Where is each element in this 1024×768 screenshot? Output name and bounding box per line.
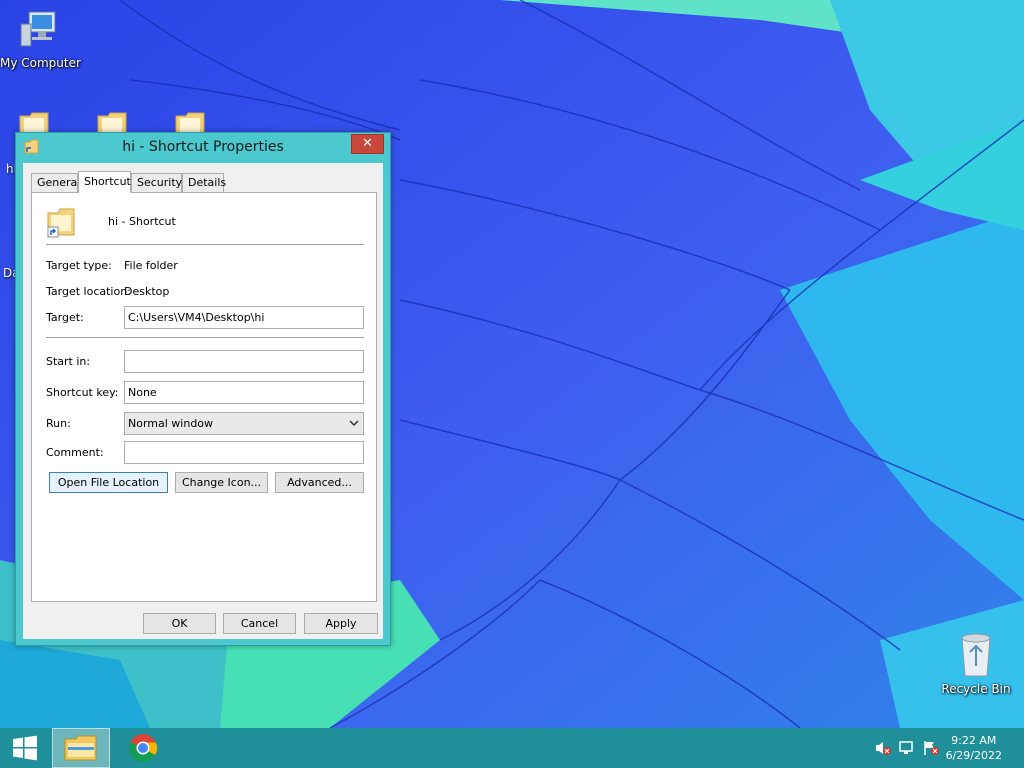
run-select[interactable]: Normal window [124, 412, 364, 435]
shortcut-key-label: Shortcut key: [46, 386, 119, 399]
shortcut-tab-panel: hi - Shortcut Target type: File folder T… [31, 192, 377, 602]
close-button[interactable]: ✕ [351, 134, 384, 154]
open-file-location-button[interactable]: Open File Location [49, 472, 168, 493]
volume-muted-icon[interactable] [874, 740, 892, 756]
tab-general[interactable]: General [31, 173, 80, 192]
tab-security[interactable]: Security [131, 173, 182, 192]
cancel-button[interactable]: Cancel [223, 613, 296, 634]
ok-button[interactable]: OK [143, 613, 216, 634]
target-location-label: Target location: [46, 285, 131, 298]
separator [46, 244, 364, 245]
dialog-client-area: General Shortcut Security Details hi - S… [23, 163, 383, 639]
desktop-icon-label: Recycle Bin [941, 682, 1011, 696]
taskbar: 9:22 AM 6/29/2022 [0, 728, 1024, 768]
folder-shortcut-large-icon [47, 208, 75, 238]
change-icon-button[interactable]: Change Icon... [175, 472, 268, 493]
separator [46, 337, 364, 338]
target-input[interactable]: C:\Users\VM4\Desktop\hi [124, 306, 364, 329]
shortcut-name: hi - Shortcut [108, 215, 176, 228]
clock-date: 6/29/2022 [945, 749, 1002, 762]
network-icon[interactable] [898, 740, 916, 756]
target-type-value: File folder [124, 259, 178, 272]
target-label: Target: [46, 311, 84, 324]
tab-shortcut[interactable]: Shortcut [78, 171, 131, 193]
start-button[interactable] [0, 728, 50, 768]
close-icon: ✕ [362, 136, 373, 151]
start-in-input[interactable] [124, 350, 364, 373]
desktop-icon-my-computer[interactable]: My Computer [0, 8, 81, 70]
taskbar-chrome[interactable] [116, 728, 172, 768]
dialog-title: hi - Shortcut Properties [122, 139, 284, 155]
desktop-icon-recycle-bin[interactable]: Recycle Bin [938, 630, 1014, 696]
shortcut-properties-dialog: hi - Shortcut Properties ✕ General Short… [15, 132, 391, 646]
taskbar-file-explorer[interactable] [52, 728, 110, 768]
action-center-flag-icon[interactable] [922, 740, 940, 756]
dialog-titlebar[interactable]: hi - Shortcut Properties ✕ [16, 133, 390, 163]
tab-details[interactable]: Details [182, 173, 226, 192]
target-type-label: Target type: [46, 259, 112, 272]
chrome-icon [128, 734, 158, 762]
start-icon [13, 735, 37, 761]
desktop-icon-label: My Computer [0, 56, 81, 70]
file-explorer-icon [64, 735, 97, 761]
computer-icon [20, 11, 56, 47]
target-location-value: Desktop [124, 285, 170, 298]
advanced-button[interactable]: Advanced... [275, 472, 364, 493]
run-select-value: Normal window [128, 417, 214, 430]
run-label: Run: [46, 417, 71, 430]
recycle-bin-icon [961, 633, 991, 677]
start-in-label: Start in: [46, 355, 91, 368]
apply-button[interactable]: Apply [304, 613, 378, 634]
taskbar-clock[interactable]: 9:22 AM 6/29/2022 [946, 733, 1002, 763]
chevron-down-icon [349, 420, 359, 427]
clock-time: 9:22 AM [951, 734, 997, 747]
comment-label: Comment: [46, 446, 104, 459]
comment-input[interactable] [124, 441, 364, 464]
shortcut-key-input[interactable]: None [124, 381, 364, 404]
